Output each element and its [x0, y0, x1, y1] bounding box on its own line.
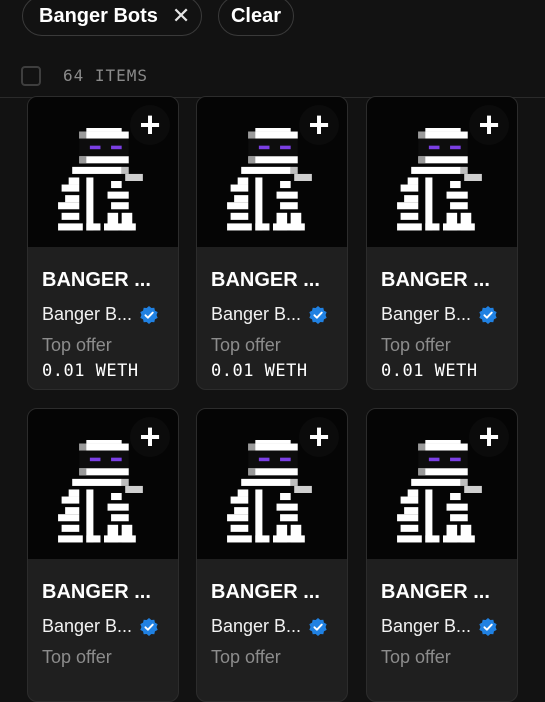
top-offer-value: 0.01 WETH	[211, 361, 308, 381]
collection-name[interactable]: Banger B...	[211, 304, 327, 325]
nft-card[interactable]: + BANGER ... Banger B... Top offer 0.01 …	[27, 96, 179, 390]
add-to-cart-button[interactable]: +	[469, 417, 509, 457]
collection-name[interactable]: Banger B...	[211, 616, 327, 637]
nft-name[interactable]: BANGER ...	[381, 581, 490, 604]
top-offer-label: Top offer	[381, 647, 451, 667]
top-offer-label: Top offer	[42, 335, 112, 355]
top-offer-label: Top offer	[42, 647, 112, 667]
collection-name[interactable]: Banger B...	[381, 616, 497, 637]
verified-badge-icon	[140, 617, 158, 636]
add-to-cart-button[interactable]: +	[469, 105, 509, 145]
add-to-cart-button[interactable]: +	[299, 105, 339, 145]
nft-card[interactable]: + BANGER ... Banger B... Top offer 0.01 …	[196, 96, 348, 390]
nft-card[interactable]: + BANGER ... Banger B... Top offer 0.01 …	[366, 96, 518, 390]
nft-name[interactable]: BANGER ...	[42, 581, 151, 604]
nft-name[interactable]: BANGER ...	[211, 581, 320, 604]
nft-name[interactable]: BANGER ...	[42, 269, 151, 292]
plus-icon: +	[308, 104, 330, 145]
add-to-cart-button[interactable]: +	[130, 417, 170, 457]
plus-icon: +	[478, 104, 500, 145]
collection-name[interactable]: Banger B...	[42, 304, 158, 325]
plus-icon: +	[139, 104, 161, 145]
plus-icon: +	[478, 416, 500, 457]
collection-name[interactable]: Banger B...	[381, 304, 497, 325]
verified-badge-icon	[140, 305, 158, 324]
nft-card[interactable]: + BANGER ... Banger B... Top offer	[196, 408, 348, 702]
nft-card[interactable]: + BANGER ... Banger B... Top offer	[366, 408, 518, 702]
plus-icon: +	[308, 416, 330, 457]
nft-grid: + BANGER ... Banger B... Top offer 0.01 …	[0, 0, 545, 702]
top-offer-value: 0.01 WETH	[42, 361, 139, 381]
nft-card[interactable]: + BANGER ... Banger B... Top offer	[27, 408, 179, 702]
verified-badge-icon	[309, 617, 327, 636]
nft-name[interactable]: BANGER ...	[381, 269, 490, 292]
verified-badge-icon	[479, 305, 497, 324]
verified-badge-icon	[309, 305, 327, 324]
nft-name[interactable]: BANGER ...	[211, 269, 320, 292]
add-to-cart-button[interactable]: +	[299, 417, 339, 457]
top-offer-label: Top offer	[211, 647, 281, 667]
collection-name[interactable]: Banger B...	[42, 616, 158, 637]
top-offer-label: Top offer	[211, 335, 281, 355]
top-offer-label: Top offer	[381, 335, 451, 355]
top-offer-value: 0.01 WETH	[381, 361, 478, 381]
plus-icon: +	[139, 416, 161, 457]
verified-badge-icon	[479, 617, 497, 636]
add-to-cart-button[interactable]: +	[130, 105, 170, 145]
